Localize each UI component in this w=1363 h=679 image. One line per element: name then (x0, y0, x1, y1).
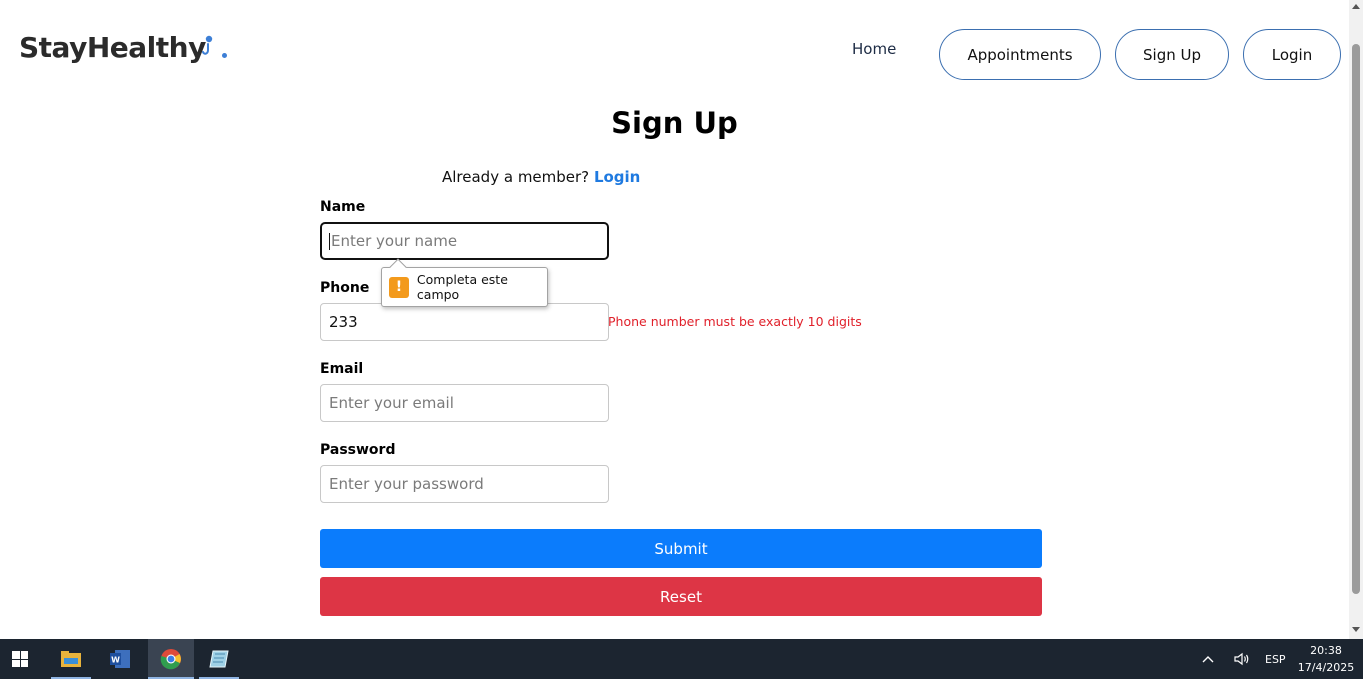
email-placeholder: Enter your email (329, 394, 454, 412)
nav-home-link[interactable]: Home (852, 40, 896, 58)
taskbar-word[interactable]: W (100, 639, 140, 679)
show-hidden-icons-button[interactable] (1201, 639, 1215, 679)
phone-label: Phone (320, 280, 370, 296)
already-member-label: Already a member? (442, 168, 590, 186)
name-placeholder: Enter your name (331, 232, 458, 250)
browser-viewport: StayHealthy Home Appointments Sign Up Lo… (0, 0, 1349, 639)
speaker-icon (1234, 652, 1249, 666)
tooltip-text: Completa este campo (416, 272, 508, 302)
text-caret (329, 232, 330, 250)
validation-tooltip: ! Completa este campo (381, 258, 548, 307)
folder-icon (61, 651, 81, 667)
phone-error-message: Phone number must be exactly 10 digits (608, 314, 862, 329)
email-input[interactable]: Enter your email (320, 384, 609, 422)
appointments-button[interactable]: Appointments (939, 29, 1101, 80)
scrollbar-thumb[interactable] (1352, 44, 1360, 594)
app-icon (209, 650, 229, 668)
input-language-indicator[interactable]: ESP (1265, 639, 1286, 679)
password-input[interactable]: Enter your password (320, 465, 609, 503)
volume-button[interactable] (1233, 639, 1251, 679)
tooltip-arrow (389, 258, 407, 276)
brand-dot (222, 53, 227, 58)
scroll-down-arrow-icon[interactable] (1352, 627, 1360, 632)
windows-taskbar: W ESP 20:38 17/4/2025 (0, 639, 1363, 679)
taskbar-clock[interactable]: 20:38 17/4/2025 (1296, 642, 1356, 676)
signup-nav-button[interactable]: Sign Up (1115, 29, 1229, 80)
scroll-up-arrow-icon[interactable] (1352, 4, 1360, 9)
start-button[interactable] (0, 639, 40, 679)
chevron-up-icon (1202, 656, 1214, 663)
clock-date: 17/4/2025 (1297, 661, 1355, 674)
taskbar-file-explorer[interactable] (51, 639, 91, 679)
name-input[interactable]: Enter your name (320, 222, 609, 260)
name-label: Name (320, 199, 366, 215)
submit-button[interactable]: Submit (320, 529, 1042, 568)
taskbar-chrome[interactable] (148, 639, 194, 679)
chrome-icon (160, 649, 181, 670)
password-placeholder: Enter your password (329, 475, 484, 493)
windows-logo-icon (12, 651, 28, 667)
phone-input[interactable]: 233 (320, 303, 609, 341)
word-icon: W (110, 650, 130, 668)
warning-icon: ! (389, 276, 409, 298)
already-member-text: Already a member? Login (442, 168, 640, 186)
page-title: Sign Up (611, 106, 738, 140)
login-nav-button[interactable]: Login (1243, 29, 1341, 80)
stethoscope-icon (202, 35, 213, 55)
taskbar-app-notes[interactable] (199, 639, 239, 679)
vertical-scrollbar[interactable] (1349, 0, 1363, 639)
brand-logo-text[interactable]: StayHealthy (19, 31, 206, 64)
email-label: Email (320, 361, 364, 377)
password-label: Password (320, 442, 396, 458)
reset-button[interactable]: Reset (320, 577, 1042, 616)
login-link[interactable]: Login (594, 168, 640, 186)
svg-text:W: W (111, 656, 120, 665)
clock-time: 20:38 (1310, 644, 1342, 657)
phone-value: 233 (329, 313, 358, 331)
